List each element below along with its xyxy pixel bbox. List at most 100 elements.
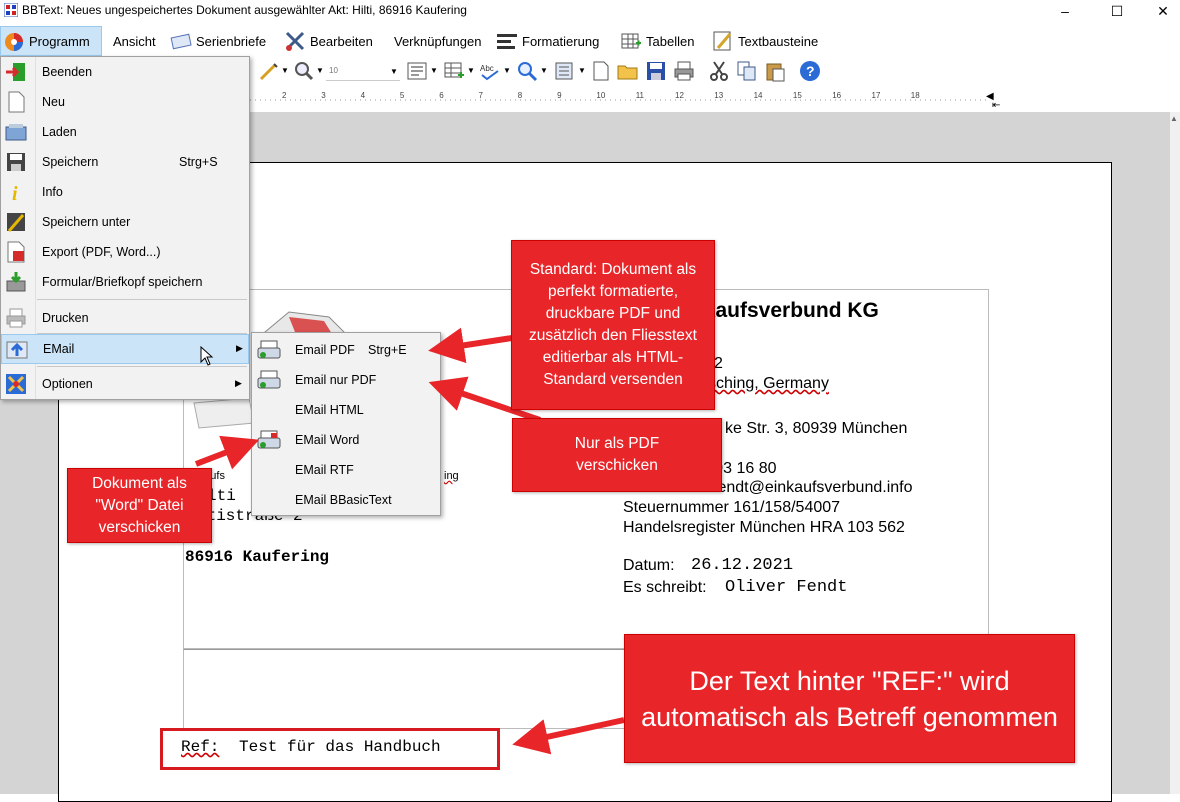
submenu-item-label: Email nur PDF xyxy=(295,373,377,387)
ruler-tick-label: 4 xyxy=(360,91,366,100)
menu-item-speichern[interactable]: Speichern Strg+S xyxy=(1,147,249,177)
menu-ansicht[interactable]: Ansicht xyxy=(113,26,156,56)
layout-icon[interactable] xyxy=(554,60,576,82)
search-icon[interactable] xyxy=(516,60,538,82)
callout-only-pdf-text: Nur als PDF verschicken xyxy=(574,435,660,474)
menu-item-label: Speichern unter xyxy=(42,215,131,229)
submenu-item-email-word[interactable]: EMail Word xyxy=(252,425,440,455)
menu-textbausteine[interactable]: Textbausteine xyxy=(712,26,818,56)
dropdown-arrow-icon[interactable]: ▼ xyxy=(281,66,289,75)
menu-formatierung-label: Formatierung xyxy=(522,33,600,49)
dropdown-arrow-icon[interactable]: ▼ xyxy=(430,66,438,75)
chevron-down-icon: ▼ xyxy=(390,67,398,76)
print-icon xyxy=(6,308,26,328)
font-size-select[interactable]: 10 ▼ xyxy=(326,64,400,81)
ruler-tick-label: 9 xyxy=(557,91,562,100)
trade-register: Handelsregister München HRA 103 562 xyxy=(623,519,905,536)
tab-stop-icon[interactable]: ⇤ xyxy=(992,100,1000,111)
submenu-item-label: EMail Word xyxy=(295,433,360,447)
menu-item-speichern-unter[interactable]: Speichern unter xyxy=(1,207,249,237)
help-icon[interactable]: ? xyxy=(799,60,821,82)
zoom-icon[interactable] xyxy=(293,60,315,82)
menu-formatierung[interactable]: Formatierung xyxy=(496,26,599,56)
menu-item-laden[interactable]: Laden xyxy=(1,117,249,147)
menu-verknuepfungen[interactable]: Verknüpfungen xyxy=(394,26,481,56)
exit-icon xyxy=(6,63,25,81)
company-city: sching, Germany xyxy=(708,375,829,392)
submenu-item-email-html[interactable]: EMail HTML xyxy=(252,395,440,425)
dropdown-arrow-icon[interactable]: ▼ xyxy=(316,66,324,75)
insert-table-icon[interactable] xyxy=(443,60,465,82)
menu-item-drucken[interactable]: Drucken xyxy=(1,303,249,333)
ruler-tick-label: 15 xyxy=(792,91,802,100)
ruler-tick-label: 18 xyxy=(910,91,920,100)
spellcheck-icon[interactable]: Abc xyxy=(479,60,501,82)
menu-serienbriefe[interactable]: Serienbriefe xyxy=(170,26,266,56)
submenu-item-email-pdf[interactable]: Email PDF Strg+E xyxy=(252,335,440,365)
company-email: fendt@einkaufsverbund.info xyxy=(713,479,913,496)
print-icon[interactable] xyxy=(673,60,695,82)
email-pdf-icon xyxy=(257,340,281,359)
menu-tabellen[interactable]: Tabellen xyxy=(620,26,694,56)
options-icon xyxy=(6,374,26,394)
company-street: ke Str. 3, 80939 München xyxy=(725,420,908,437)
menu-verknuepfungen-label: Verknüpfungen xyxy=(394,33,482,49)
menu-item-export[interactable]: Export (PDF, Word...) xyxy=(1,237,249,267)
company-name: nkaufsverbund KG xyxy=(691,299,879,322)
close-button[interactable]: ✕ xyxy=(1140,0,1180,22)
save-icon[interactable] xyxy=(645,60,667,82)
window-title: BBText: Neues ungespeichertes Dokument a… xyxy=(22,3,467,17)
sender-line-suffix: ing xyxy=(444,470,459,482)
menu-item-label: Info xyxy=(42,185,63,199)
ruler-tick-label: 10 xyxy=(596,91,606,100)
serienbriefe-icon xyxy=(170,33,192,50)
open-folder-icon[interactable] xyxy=(617,60,639,82)
dropdown-arrow-icon[interactable]: ▼ xyxy=(578,66,586,75)
vertical-scrollbar[interactable]: ▲ xyxy=(1170,112,1180,794)
tax-number: Steuernummer 161/158/54007 xyxy=(623,499,841,516)
save-as-icon xyxy=(7,213,25,232)
menu-ansicht-label: Ansicht xyxy=(113,33,156,49)
pen-color-icon[interactable] xyxy=(258,60,280,82)
ruler-tick-label: 13 xyxy=(714,91,724,100)
submenu-item-email-rtf[interactable]: EMail RTF xyxy=(252,455,440,485)
writer-label: Es schreibt: xyxy=(623,579,707,596)
export-icon xyxy=(7,241,25,263)
menu-programm-label: Programm xyxy=(29,34,90,49)
submenu-item-email-bbasictext[interactable]: EMail BBasicText xyxy=(252,485,440,515)
callout-ref: Der Text hinter "REF:" wird automatisch … xyxy=(624,634,1075,763)
new-document-icon[interactable] xyxy=(590,60,612,82)
maximize-button[interactable]: ☐ xyxy=(1094,0,1140,22)
menu-item-formular-speichern[interactable]: Formular/Briefkopf speichern xyxy=(1,267,249,297)
menu-bearbeiten[interactable]: Bearbeiten xyxy=(284,26,373,56)
dropdown-arrow-icon[interactable]: ▼ xyxy=(540,66,548,75)
paragraph-icon[interactable] xyxy=(406,60,428,82)
copy-icon[interactable] xyxy=(736,60,758,82)
recipient-city: 86916 Kaufering xyxy=(185,548,330,566)
menu-bearbeiten-label: Bearbeiten xyxy=(310,33,373,49)
dropdown-arrow-icon[interactable]: ▼ xyxy=(503,66,511,75)
app-icon xyxy=(4,3,18,17)
submenu-item-email-nur-pdf[interactable]: Email nur PDF xyxy=(252,365,440,395)
menu-bar: Programm Ansicht Serienbriefe Bearbeiten… xyxy=(0,26,1180,56)
ruler-tick-label: 6 xyxy=(439,91,444,100)
callout-word: Dokument als "Word" Datei verschicken xyxy=(67,468,212,543)
menu-item-info[interactable]: i Info xyxy=(1,177,249,207)
form-save-icon xyxy=(6,272,26,292)
ruler-tick-label: 8 xyxy=(517,91,523,100)
new-document-icon xyxy=(8,91,25,113)
font-size-value: 10 xyxy=(329,66,338,75)
dropdown-arrow-icon[interactable]: ▼ xyxy=(467,66,475,75)
menu-programm[interactable]: Programm xyxy=(0,26,102,56)
cut-icon[interactable] xyxy=(708,60,730,82)
paste-icon[interactable] xyxy=(764,60,786,82)
menu-item-shortcut: Strg+S xyxy=(179,155,218,169)
ref-label: Ref: xyxy=(181,738,220,756)
menu-item-neu[interactable]: Neu xyxy=(1,87,249,117)
menu-item-beenden[interactable]: Beenden xyxy=(1,57,249,87)
menu-item-optionen[interactable]: Optionen ▶ xyxy=(1,369,249,399)
tabellen-icon xyxy=(621,33,641,49)
minimize-button[interactable]: – xyxy=(1042,0,1088,22)
scroll-up-icon[interactable]: ▲ xyxy=(1170,114,1178,123)
submenu-item-label: EMail BBasicText xyxy=(295,493,392,507)
